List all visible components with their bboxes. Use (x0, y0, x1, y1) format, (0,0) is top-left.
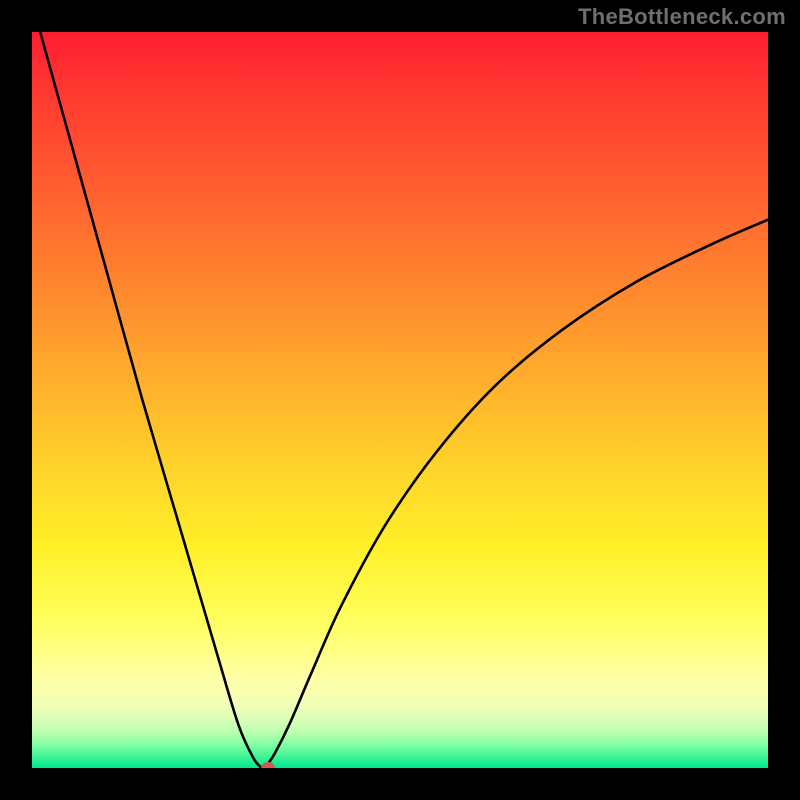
chart-frame: TheBottleneck.com (0, 0, 800, 800)
watermark-text: TheBottleneck.com (578, 4, 786, 30)
curve-svg (32, 32, 768, 768)
plot-area (32, 32, 768, 768)
bottleneck-curve (32, 32, 768, 768)
minimum-marker-icon (261, 762, 275, 768)
